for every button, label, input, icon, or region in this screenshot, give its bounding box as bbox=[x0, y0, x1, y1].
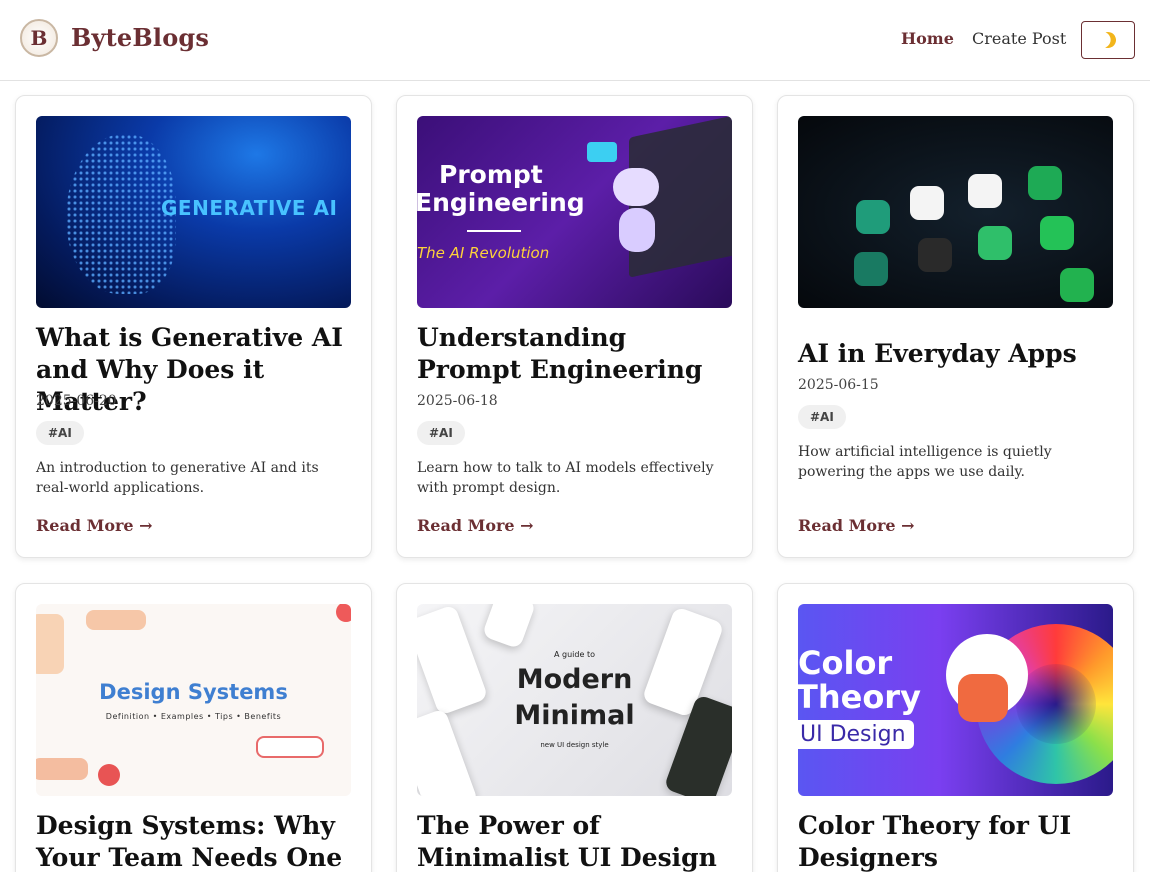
ui-chip-graphic bbox=[98, 764, 120, 786]
post-card: Design Systems Definition • Examples • T… bbox=[15, 583, 372, 872]
post-title[interactable]: Understanding Prompt Engineering bbox=[417, 322, 737, 386]
thumbnail-text: UI Design bbox=[798, 720, 914, 749]
app-icon bbox=[918, 238, 952, 272]
thumbnail-text: Prompt bbox=[439, 160, 543, 189]
post-thumbnail[interactable]: Color Theory UI Design bbox=[798, 604, 1113, 796]
post-title[interactable]: Design Systems: Why Your Team Needs One bbox=[36, 810, 356, 872]
thumbnail-text: Design Systems bbox=[99, 680, 288, 704]
app-icon bbox=[968, 174, 1002, 208]
nav-create-post-link[interactable]: Create Post bbox=[972, 29, 1066, 48]
thumbnail-text: A guide to bbox=[554, 650, 595, 659]
post-card: GENERATIVE AI What is Generative AI and … bbox=[15, 95, 372, 558]
post-title[interactable]: The Power of Minimalist UI Design bbox=[417, 810, 737, 872]
app-icon bbox=[978, 226, 1012, 260]
post-thumbnail[interactable]: Prompt Engineering The AI Revolution bbox=[417, 116, 732, 308]
thumbnail-text: Definition • Examples • Tips • Benefits bbox=[105, 712, 282, 721]
robot-head-graphic bbox=[613, 168, 659, 206]
logo-badge[interactable]: B bbox=[20, 19, 58, 57]
divider bbox=[467, 230, 521, 232]
person-illustration bbox=[958, 674, 1008, 722]
logo-letter: B bbox=[30, 26, 48, 50]
app-icon bbox=[910, 186, 944, 220]
chat-bubble-graphic bbox=[587, 142, 617, 162]
post-date: 2025-06-20 bbox=[36, 393, 117, 409]
app-icon bbox=[1060, 268, 1094, 302]
post-tag[interactable]: #AI bbox=[417, 421, 465, 445]
post-description: An introduction to generative AI and its… bbox=[36, 460, 319, 496]
post-card: Color Theory UI Design Color Theory for … bbox=[777, 583, 1134, 872]
brand-name[interactable]: ByteBlogs bbox=[71, 23, 209, 52]
app-icon bbox=[1028, 166, 1062, 200]
post-thumbnail[interactable] bbox=[798, 116, 1113, 308]
post-thumbnail[interactable]: GENERATIVE AI bbox=[36, 116, 351, 308]
post-date: 2025-06-15 bbox=[798, 377, 879, 393]
thumbnail-text: Theory bbox=[798, 678, 921, 716]
moon-icon bbox=[1098, 30, 1119, 51]
post-date: 2025-06-18 bbox=[417, 393, 498, 409]
app-icon bbox=[856, 200, 890, 234]
thumbnail-text: new UI design style bbox=[540, 741, 609, 749]
ui-chip-graphic bbox=[36, 758, 88, 780]
ui-chip-graphic bbox=[36, 614, 64, 674]
post-thumbnail[interactable]: Design Systems Definition • Examples • T… bbox=[36, 604, 351, 796]
read-more-link[interactable]: Read More → bbox=[417, 516, 534, 535]
thumbnail-text: The AI Revolution bbox=[417, 244, 550, 262]
ui-chip-graphic bbox=[256, 736, 324, 758]
thumbnail-text: Engineering bbox=[417, 188, 585, 217]
ui-chip-graphic bbox=[336, 604, 351, 622]
post-tag[interactable]: #AI bbox=[798, 405, 846, 429]
robot-body-graphic bbox=[619, 208, 655, 252]
post-tag[interactable]: #AI bbox=[36, 421, 84, 445]
thumbnail-text: GENERATIVE AI bbox=[161, 196, 338, 220]
phone-mockup bbox=[481, 604, 537, 650]
post-card: A guide to Modern Minimal new UI design … bbox=[396, 583, 753, 872]
post-description: How artificial intelligence is quietly p… bbox=[798, 444, 1052, 480]
read-more-link[interactable]: Read More → bbox=[36, 516, 153, 535]
app-icon bbox=[854, 252, 888, 286]
theme-toggle-button[interactable] bbox=[1081, 21, 1135, 59]
thumbnail-text: Minimal bbox=[514, 700, 635, 731]
post-title[interactable]: AI in Everyday Apps bbox=[798, 338, 1118, 370]
read-more-link[interactable]: Read More → bbox=[798, 516, 915, 535]
post-description: Learn how to talk to AI models effective… bbox=[417, 460, 714, 496]
thumbnail-text: Color bbox=[798, 644, 893, 682]
app-icon bbox=[1040, 216, 1074, 250]
post-card: Prompt Engineering The AI Revolution Und… bbox=[396, 95, 753, 558]
ai-head-graphic bbox=[66, 134, 176, 294]
ui-chip-graphic bbox=[86, 610, 146, 630]
nav-home-link[interactable]: Home bbox=[901, 29, 954, 48]
post-card: AI in Everyday Apps 2025-06-15 #AI How a… bbox=[777, 95, 1134, 558]
post-thumbnail[interactable]: A guide to Modern Minimal new UI design … bbox=[417, 604, 732, 796]
post-title[interactable]: Color Theory for UI Designers bbox=[798, 810, 1118, 872]
thumbnail-text: Modern bbox=[516, 664, 633, 695]
site-header: B ByteBlogs Home Create Post bbox=[0, 0, 1150, 81]
color-wheel-center bbox=[1016, 664, 1096, 744]
